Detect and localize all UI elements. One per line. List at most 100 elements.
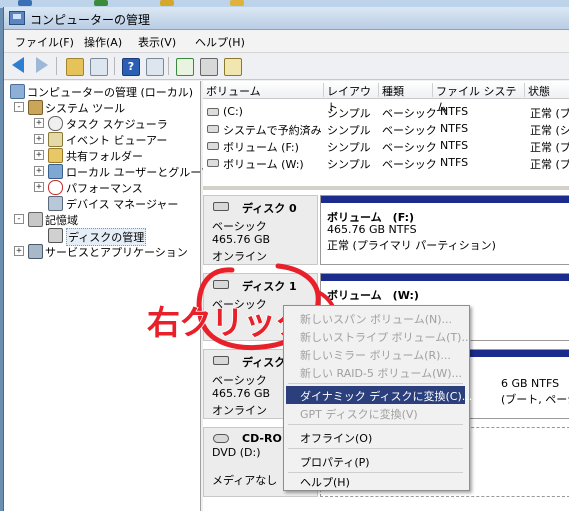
- tools-icon: [28, 100, 43, 115]
- tree-item-storage[interactable]: - 記憶域: [14, 211, 200, 227]
- column-header-volume[interactable]: ボリューム: [203, 83, 324, 98]
- volume-icon: [207, 108, 219, 116]
- export-icon[interactable]: [224, 58, 242, 76]
- disk-management-icon: [48, 228, 63, 243]
- title-bar[interactable]: コンピューターの管理: [4, 7, 569, 30]
- column-header-layout[interactable]: レイアウト: [324, 83, 379, 114]
- column-header-status[interactable]: 状態: [525, 83, 569, 98]
- forward-arrow-icon[interactable]: [36, 57, 48, 73]
- menu-item-convert-to-gpt[interactable]: GPT ディスクに変換(V): [286, 404, 465, 422]
- tree-item-services-apps[interactable]: + サービスとアプリケーション: [14, 243, 200, 259]
- back-arrow-icon[interactable]: [12, 57, 24, 73]
- menu-item-new-raid5-volume[interactable]: 新しい RAID-5 ボリューム(W)...: [286, 363, 465, 381]
- device-manager-icon: [48, 196, 63, 211]
- desktop-icon[interactable]: [94, 0, 108, 6]
- refresh-icon[interactable]: [176, 58, 194, 76]
- tree-item-shared-folders[interactable]: + 共有フォルダー: [34, 147, 200, 163]
- menu-item-label: ヘルプ(H): [300, 476, 350, 489]
- tree-item-local-users[interactable]: + ローカル ユーザーとグループ: [34, 163, 212, 179]
- column-header-filesystem[interactable]: ファイル システム: [433, 83, 525, 114]
- partition-status: (ブート, ページ ファイル: [501, 393, 569, 406]
- expand-icon[interactable]: +: [34, 182, 44, 192]
- menu-item-properties[interactable]: プロパティ(P): [286, 452, 465, 470]
- menu-item-new-striped-volume[interactable]: 新しいストライプ ボリューム(T)...: [286, 327, 472, 345]
- computer-icon: [10, 84, 25, 99]
- expand-icon[interactable]: +: [34, 166, 44, 176]
- properties-icon[interactable]: [200, 58, 218, 76]
- volume-row[interactable]: ボリューム (F:) シンプル ベーシック NTFS 正常 (プ: [203, 137, 569, 154]
- partition-f[interactable]: ボリューム (F:) 465.76 GB NTFS 正常 (プライマリ パーティ…: [320, 195, 569, 265]
- tree-item-device-manager[interactable]: デバイス マネージャー: [48, 195, 200, 211]
- menu-item-label: プロパティ(P): [300, 456, 370, 469]
- menu-view[interactable]: 表示(V): [138, 34, 176, 50]
- tree-label: パフォーマンス: [66, 182, 143, 195]
- menu-action[interactable]: 操作(A): [84, 34, 122, 50]
- volume-status: 正常 (プ: [530, 141, 569, 154]
- menu-help[interactable]: ヘルプ(H): [195, 34, 245, 50]
- column-header-type[interactable]: 種類: [379, 83, 433, 98]
- disk-kind: ベーシック: [212, 220, 267, 233]
- up-folder-icon[interactable]: [66, 58, 84, 76]
- tree-item-performance[interactable]: + パフォーマンス: [34, 179, 200, 195]
- tree-item-disk-management[interactable]: ディスクの管理: [48, 227, 200, 246]
- collapse-icon[interactable]: -: [14, 214, 24, 224]
- help-icon[interactable]: ?: [122, 58, 140, 76]
- menu-item-help[interactable]: ヘルプ(H): [286, 472, 465, 490]
- partition-size: 6 GB NTFS: [501, 377, 560, 390]
- menu-item-convert-to-dynamic[interactable]: ダイナミック ディスクに変換(C)...: [286, 386, 472, 404]
- menu-separator: [288, 383, 463, 384]
- volume-fs: NTFS: [440, 139, 469, 152]
- disk-name: CD-RO: [242, 432, 282, 445]
- tree-label: サービスとアプリケーション: [45, 246, 188, 259]
- toolbar-separator: [168, 57, 169, 75]
- menu-separator: [288, 448, 463, 449]
- show-hide-tree-icon[interactable]: [90, 58, 108, 76]
- tree-label: イベント ビューアー: [66, 134, 168, 147]
- menu-item-new-mirrored-volume[interactable]: 新しいミラー ボリューム(R)...: [286, 345, 465, 363]
- disk-0-label[interactable]: ディスク 0 ベーシック 465.76 GB オンライン: [203, 195, 318, 265]
- tree-item-event-viewer[interactable]: + イベント ビューアー: [34, 131, 200, 147]
- storage-icon: [28, 212, 43, 227]
- volume-icon: [207, 125, 219, 133]
- desktop-icon[interactable]: [18, 0, 32, 6]
- volume-row[interactable]: ボリューム (W:) シンプル ベーシック NTFS 正常 (プ: [203, 154, 569, 171]
- desktop-icon[interactable]: [160, 0, 174, 6]
- action-pane-icon[interactable]: [146, 58, 164, 76]
- desktop-icon[interactable]: [230, 0, 244, 6]
- menu-item-offline[interactable]: オフライン(O): [286, 428, 465, 446]
- window-title: コンピューターの管理: [30, 13, 151, 27]
- menu-item-label: 新しいスパン ボリューム(N)...: [300, 313, 453, 326]
- shared-folder-icon: [48, 148, 63, 163]
- disk-icon: [213, 356, 229, 365]
- volume-fs: NTFS: [440, 105, 469, 118]
- pane-splitter[interactable]: [203, 186, 569, 190]
- collapse-icon[interactable]: -: [14, 102, 24, 112]
- volume-layout: シンプル: [327, 107, 371, 120]
- volume-name: (C:): [223, 105, 243, 118]
- tree-item-system-tools[interactable]: - システム ツール: [14, 99, 200, 115]
- partition-size: 465.76 GB NTFS: [327, 223, 417, 236]
- cdrom-drive: DVD (D:): [212, 446, 261, 459]
- services-icon: [28, 244, 43, 259]
- menu-item-new-spanned-volume[interactable]: 新しいスパン ボリューム(N)...: [286, 309, 465, 327]
- disk-status: オンライン: [212, 404, 267, 417]
- volume-layout: シンプル: [327, 124, 371, 137]
- expand-icon[interactable]: +: [34, 134, 44, 144]
- disk-kind: ベーシック: [212, 374, 267, 387]
- partition-status: 正常 (プライマリ パーティション): [327, 239, 496, 252]
- expand-icon[interactable]: +: [34, 150, 44, 160]
- volume-type: ベーシック: [382, 124, 437, 137]
- volume-row[interactable]: システムで予約済み シンプル ベーシック NTFS 正常 (シ: [203, 120, 569, 137]
- volume-type: ベーシック: [382, 141, 437, 154]
- volume-status: 正常 (シ: [530, 124, 569, 137]
- event-viewer-icon: [48, 132, 63, 147]
- menu-file[interactable]: ファイル(F): [15, 34, 74, 50]
- expand-icon[interactable]: +: [14, 246, 24, 256]
- volume-row[interactable]: (C:) シンプル ベーシック NTFS 正常 (ブ: [203, 103, 569, 120]
- volume-name: ボリューム (F:): [223, 141, 299, 154]
- volume-layout: シンプル: [327, 158, 371, 171]
- expand-icon[interactable]: +: [34, 118, 44, 128]
- tree-item-task-scheduler[interactable]: + タスク スケジューラ: [34, 115, 200, 131]
- tree-item-root[interactable]: コンピューターの管理 (ローカル): [10, 83, 200, 99]
- partition-bar: [321, 196, 569, 203]
